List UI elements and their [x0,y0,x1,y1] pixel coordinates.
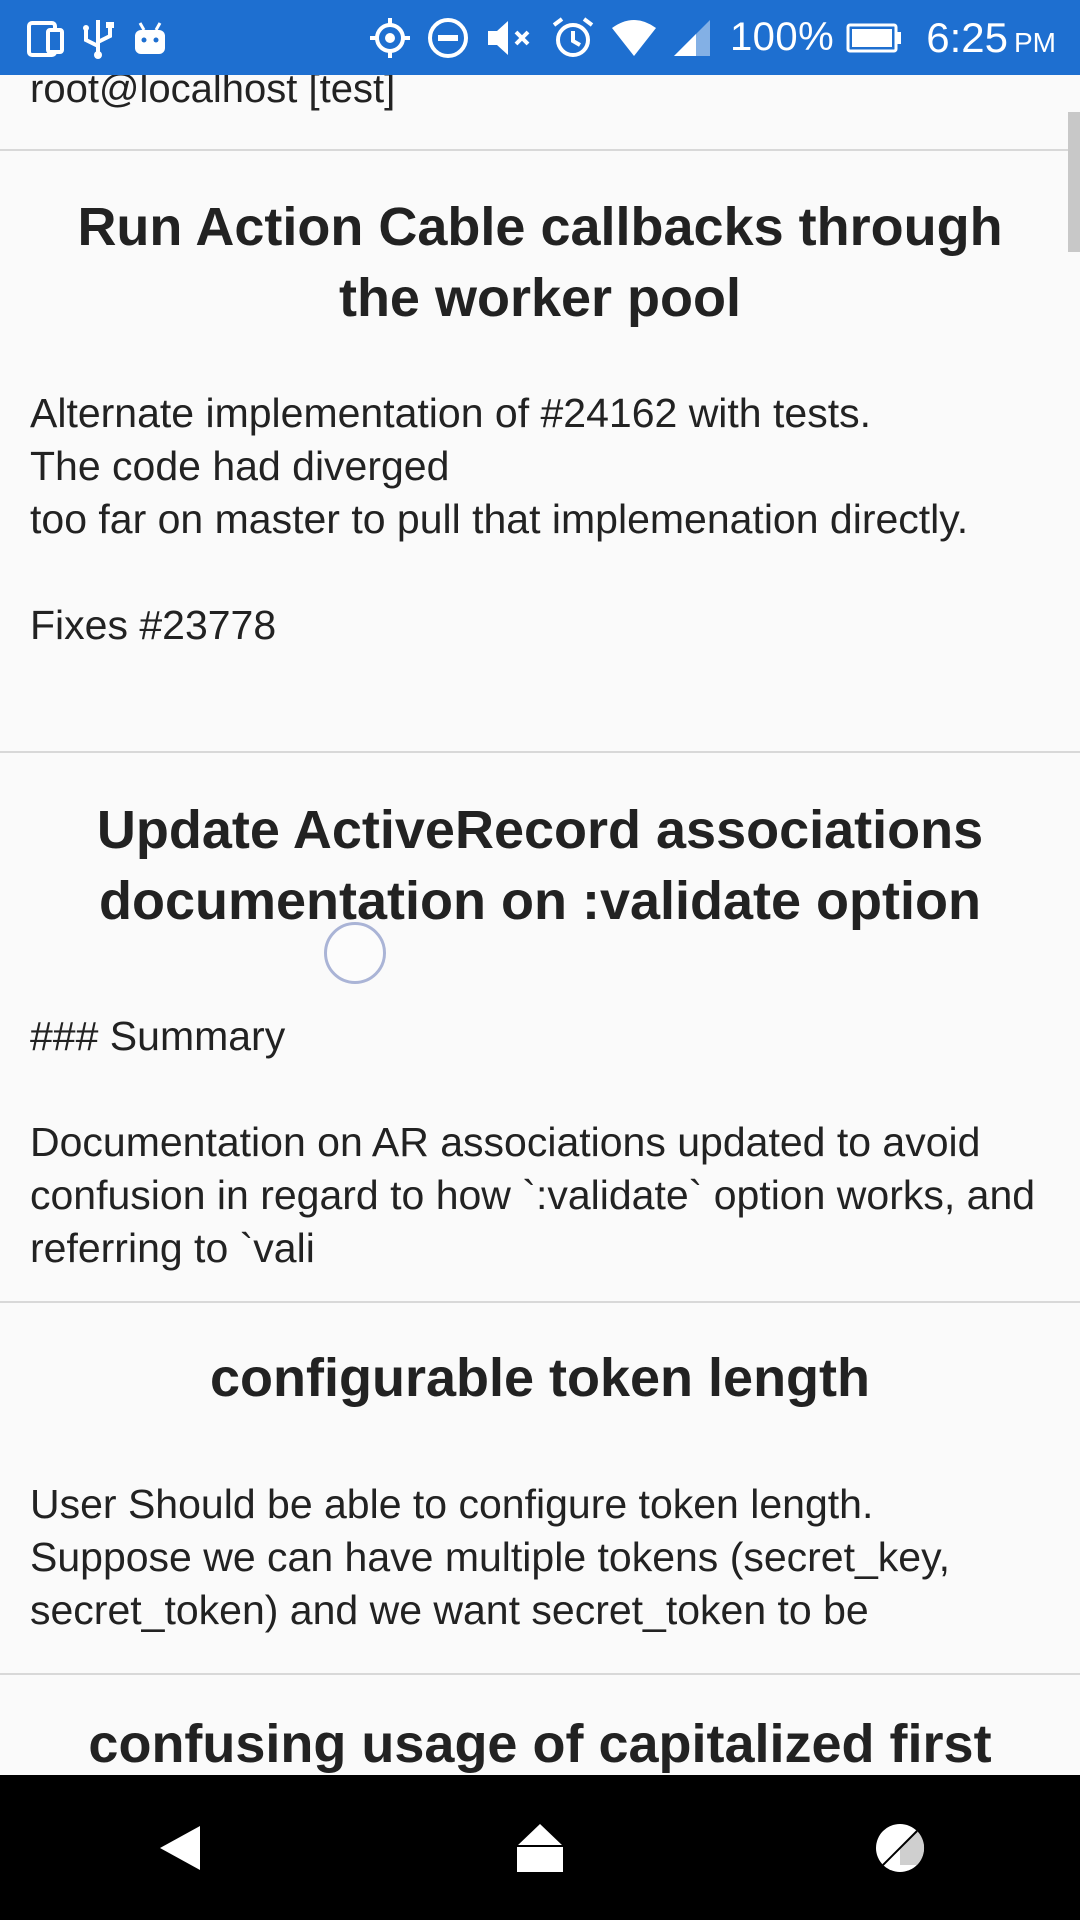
item-title: Run Action Cable callbacks through the w… [77,197,1003,328]
home-icon [517,1823,563,1872]
item-title: Update ActiveRecord associations documen… [96,800,984,931]
battery-icon [846,14,902,62]
back-icon [160,1825,200,1870]
recents-button[interactable] [840,1798,960,1898]
do-not-disturb-icon [426,14,470,62]
home-button[interactable] [480,1798,600,1898]
scrollbar[interactable] [1068,112,1080,252]
clock: 6:25 PM [926,14,1056,62]
wifi-icon [610,14,658,62]
item-title: configurable token length [209,1348,871,1408]
list-item[interactable]: confusing usage of capitalized first [0,1675,1080,1775]
usb-icon [80,14,116,62]
gps-icon [368,14,412,62]
mute-icon [484,14,536,62]
status-bar-right: 100% 6:25 PM [368,0,1056,75]
alarm-icon [550,14,596,62]
clock-time: 6:25 [926,13,1008,61]
android-debug-icon [130,14,170,62]
recents-icon [876,1823,925,1872]
status-bar: 100% 6:25 PM [0,0,1080,75]
clock-ampm: PM [1014,26,1056,58]
navigation-bar [0,1775,1080,1920]
item-title: confusing usage of capitalized first [88,1714,992,1774]
signal-icon [672,14,712,62]
back-button[interactable] [120,1798,240,1898]
issue-list[interactable]: root@localhost [test] Run Action Cable c… [0,75,1080,1775]
list-item[interactable]: Run Action Cable callbacks through the w… [0,151,1080,753]
app-screen: 100% 6:25 PM root@localhost [test] Run Ac… [0,0,1080,1920]
screen-mirror-icon [26,14,66,62]
status-bar-left [26,0,184,75]
connection-label: root@localhost [test] [30,75,396,111]
touch-indicator [324,922,386,984]
item-body: User Should be able to configure token l… [30,1481,950,1633]
item-body: ### Summary Documentation on AR associat… [30,1013,1036,1271]
battery-percent: 100% [729,15,835,59]
list-item[interactable]: configurable token length User Should be… [0,1303,1080,1675]
item-body: Alternate implementation of #24162 with … [30,390,969,648]
connection-header: root@localhost [test] [0,75,1080,151]
list-item[interactable]: Update ActiveRecord associations documen… [0,753,1080,1303]
